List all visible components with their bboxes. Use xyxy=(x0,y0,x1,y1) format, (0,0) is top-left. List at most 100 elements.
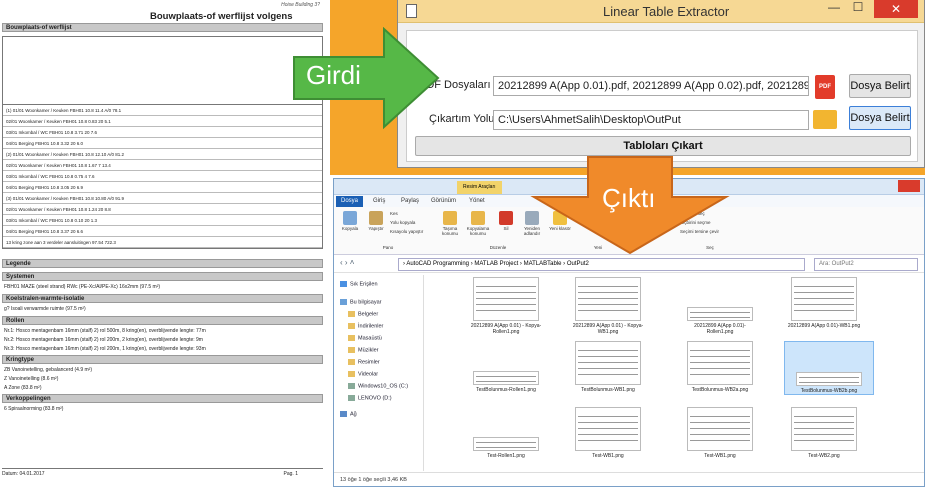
folder-icon xyxy=(348,311,355,317)
back-forward-icon[interactable]: ‹ › ˄ xyxy=(340,258,354,267)
file-item[interactable]: 20212899 A(App 0.01)-WB1.png xyxy=(786,277,862,329)
folder-icon xyxy=(348,359,355,365)
thumbnail xyxy=(575,407,641,451)
file-item[interactable]: Test-WB2.png xyxy=(786,407,862,459)
app-titlebar: Linear Table Extractor — ☐ ✕ xyxy=(398,0,924,23)
tab-share[interactable]: Paylaş xyxy=(396,196,424,207)
paste-button[interactable]: Yapıştır xyxy=(362,209,390,231)
nav-item-documents[interactable]: Belgeler xyxy=(348,311,378,317)
doc-table-header xyxy=(3,37,322,105)
tab-view[interactable]: Görünüm xyxy=(426,196,461,207)
doc-line: Nr.3: Hosco mentagenbam 16mm (stalf) 2) … xyxy=(4,346,206,352)
doc-footer-page: Pag. 1 xyxy=(283,471,298,477)
file-item[interactable]: TestBolunmus-WB1.png xyxy=(570,341,646,393)
thumbnail xyxy=(791,407,857,451)
section-kringtype: Kringtype xyxy=(2,355,323,364)
doc-table-row: 13 kring zone aan 3 verdeler aansluiting… xyxy=(3,237,322,248)
file-item[interactable]: 20212899 A(App 0.01) - Kopya-Rollen1.png xyxy=(468,277,544,335)
explorer-close-icon[interactable] xyxy=(898,180,920,192)
nav-item-quick-access[interactable]: Sık Erişilen xyxy=(340,281,378,287)
doc-line: ZB Vanoinetelling, gebalancerd (4.9 m²) xyxy=(4,367,93,373)
doc-footer-date: Datum: 04.01.2017 xyxy=(2,471,45,477)
section-verkoppelingen: Verkoppelingen xyxy=(2,394,323,403)
delete-button[interactable]: Sil xyxy=(492,209,520,231)
file-list: 20212899 A(App 0.01) - Kopya-Rollen1.png… xyxy=(426,275,924,471)
browse-pdf-button[interactable]: Dosya Belirt xyxy=(849,74,911,98)
pdf-files-input[interactable]: 20212899 A(App 0.01).pdf, 20212899 A(App… xyxy=(493,76,809,96)
thumbnail xyxy=(791,277,857,321)
copy-button[interactable]: Kopyala xyxy=(336,209,364,231)
doc-table-row: 03/01 Inkombal / WC FBH01 10.8 0.75 4 7.… xyxy=(3,171,322,182)
nav-item-this-pc[interactable]: Bu bilgisayar xyxy=(340,299,382,305)
nav-item-network[interactable]: Ağ xyxy=(340,411,357,417)
copy-path-button[interactable]: Yolu kopyala xyxy=(390,220,440,225)
tab-manage[interactable]: Yönet xyxy=(464,196,490,207)
doc-line: g? Isoali verwarmde ruimte (97.5 m²) xyxy=(4,306,86,312)
pdf-document: Hoise Building 3? Bouwplaats-of werflijs… xyxy=(0,0,328,487)
file-item[interactable]: 20212899 A(App 0.01) - Kopya-WB1.png xyxy=(570,277,646,335)
nav-item-downloads[interactable]: İndirilenler xyxy=(348,323,383,329)
doc-table-row: 02/01 Woonkamer / Keuken FBH01 10.8 0.83… xyxy=(3,116,322,127)
app-doc-icon xyxy=(406,4,417,18)
folder-icon xyxy=(348,335,355,341)
file-item[interactable]: Test-Rollen1.png xyxy=(468,407,544,459)
nav-item-drive-d[interactable]: LENOVO (D:) xyxy=(348,395,392,401)
folder-icon xyxy=(348,347,355,353)
folder-icon xyxy=(348,323,355,329)
paste-shortcut-button[interactable]: Kısayolu yapıştır xyxy=(390,229,440,234)
computer-icon xyxy=(340,299,347,305)
file-item[interactable]: TestBolunmus-WB2a.png xyxy=(682,341,758,393)
nav-item-desktop[interactable]: Masaüstü xyxy=(348,335,382,341)
thumbnail xyxy=(687,307,753,321)
section-systemen: Systemen xyxy=(2,272,323,281)
file-item[interactable]: 20212899 A(App 0.01)-Rollen1.png xyxy=(682,277,758,335)
minimize-button[interactable]: — xyxy=(824,0,844,18)
file-item[interactable]: Test-WB1.png xyxy=(682,407,758,459)
app-window: Linear Table Extractor — ☐ ✕ PDF Dosyala… xyxy=(397,0,925,168)
network-icon xyxy=(340,411,347,417)
output-path-input[interactable]: C:\Users\AhmetSalih\Desktop\OutPut xyxy=(493,110,809,130)
copy-icon xyxy=(343,211,357,225)
nav-item-music[interactable]: Müzikler xyxy=(348,347,378,353)
move-to-button[interactable]: Taşıma konumu xyxy=(436,209,464,236)
copy-to-button[interactable]: Kopyalama konumu xyxy=(464,209,492,236)
search-input[interactable]: Ara: OutPut2 xyxy=(814,258,918,271)
ribbon-group-organize: Düzenle xyxy=(489,245,507,250)
thumbnail xyxy=(575,341,641,385)
copy-to-icon xyxy=(471,211,485,225)
doc-line: 6 Spiraalnorming (83.8 m²) xyxy=(4,406,64,412)
doc-line: Nr.2: Hosco mentagenbam 16mm (stalf) 2) … xyxy=(4,337,203,343)
doc-table-row: 03/01 Inkombal / WC FBH01 10.8 0.10 20 1… xyxy=(3,215,322,226)
doc-table-row: 04/01 Berging FBH01 10.8 3.37 20 6.6 xyxy=(3,226,322,237)
tab-home[interactable]: Giriş xyxy=(368,196,390,207)
picture-tools-tab[interactable]: Resim Araçları xyxy=(457,181,502,194)
section-main: Bouwplaats-of werflijst xyxy=(2,23,323,32)
nav-item-drive-c[interactable]: Windows10_OS (C:) xyxy=(348,383,408,389)
nav-item-videos[interactable]: Videolar xyxy=(348,371,378,377)
thumbnail xyxy=(473,277,539,321)
tab-file[interactable]: Dosya xyxy=(336,196,364,207)
pdf-icon: PDF xyxy=(815,75,835,99)
cut-button[interactable]: Kes xyxy=(390,211,440,216)
doc-line: A Zone (83.8 m²) xyxy=(4,385,42,391)
doc-table-row: 02/01 Woonkamer / Keuken FBH01 10.8 1.67… xyxy=(3,160,322,171)
doc-table-row: 04/01 Berging FBH01 10.8 3.05 20 6.9 xyxy=(3,182,322,193)
doc-header-small: Hoise Building 3? xyxy=(281,2,320,8)
app-panel: PDF Dosyaları 20212899 A(App 0.01).pdf, … xyxy=(406,30,918,162)
thumbnail xyxy=(687,407,753,451)
file-item[interactable]: TestBolunmus-Rollen1.png xyxy=(468,341,544,393)
browse-output-button[interactable]: Dosya Belirt xyxy=(849,106,911,130)
nav-item-pictures[interactable]: Resimler xyxy=(348,359,380,365)
close-button[interactable]: ✕ xyxy=(874,0,918,18)
maximize-button[interactable]: ☐ xyxy=(848,0,868,18)
cikti-label: Çıktı xyxy=(602,183,656,213)
file-item-selected[interactable]: TestBolunmus-WB2b.png xyxy=(784,341,874,395)
paste-icon xyxy=(369,211,383,225)
doc-table-row: 03/01 Inkombal / WC FBH01 10.8 3.71 20 7… xyxy=(3,127,322,138)
address-bar[interactable]: › AutoCAD Programming › MATLAB Project ›… xyxy=(398,258,805,271)
doc-table: (1) 01/01 Woonkamer / Keuken FBH01 10.8 … xyxy=(2,36,323,249)
section-rollen: Rollen xyxy=(2,316,323,325)
file-item[interactable]: Test-WB1.png xyxy=(570,407,646,459)
extract-tables-button[interactable]: Tabloları Çıkart xyxy=(415,136,911,156)
doc-line: FBH01 MAZE (steel strand) RWc (PE-Xc/Al/… xyxy=(4,284,161,290)
